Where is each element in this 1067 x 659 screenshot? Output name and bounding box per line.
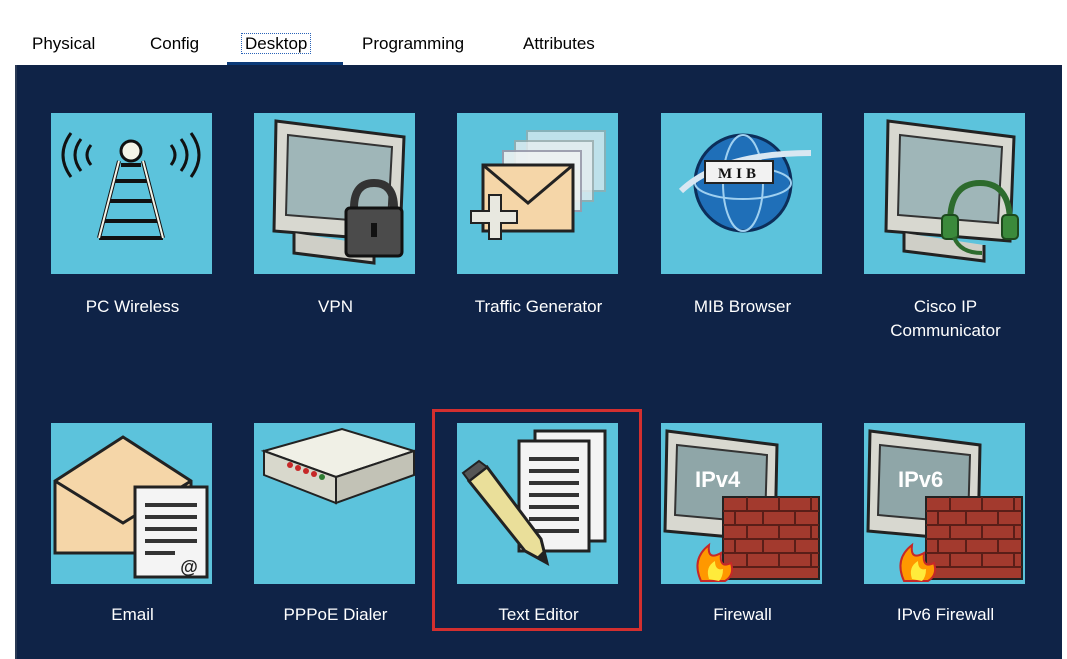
ipv4-badge: IPv4: [695, 467, 741, 492]
app-mib-browser[interactable]: MIB MIB Browser: [650, 113, 840, 316]
app-pc-wireless[interactable]: PC Wireless: [40, 113, 230, 316]
app-label: Traffic Generator: [474, 297, 603, 316]
ipv4-firewall-icon: IPv4: [661, 423, 822, 584]
app-label: IPv6 Firewall: [896, 605, 995, 624]
radio-tower-icon: [51, 113, 212, 274]
ipv6-firewall-icon: IPv6: [864, 423, 1025, 584]
mib-globe-icon: MIB: [661, 113, 822, 274]
app-firewall[interactable]: IPv4 Firewall: [650, 423, 840, 633]
app-traffic-generator[interactable]: Traffic Generator: [446, 113, 636, 316]
tab-desktop[interactable]: Desktop: [241, 33, 312, 55]
tab-attributes[interactable]: Attributes: [523, 33, 595, 55]
app-label: Firewall: [713, 605, 772, 624]
app-label-line2: Communicator: [890, 321, 1001, 340]
app-label: MIB Browser: [693, 297, 792, 316]
mib-text: MIB: [718, 166, 760, 182]
app-vpn[interactable]: VPN: [243, 113, 433, 316]
app-label-line1: Cisco IP: [913, 297, 978, 316]
app-cisco-ip-communicator[interactable]: Cisco IP Communicator: [853, 113, 1043, 343]
app-text-editor[interactable]: Text Editor: [446, 423, 636, 633]
app-label: Cisco IP Communicator: [853, 295, 1038, 343]
app-label: VPN: [318, 297, 353, 316]
app-pppoe-dialer[interactable]: PPPoE Dialer: [243, 423, 433, 633]
tab-physical[interactable]: Physical: [32, 33, 95, 55]
pencil-document-icon: [457, 423, 618, 584]
envelopes-stack-icon: [457, 113, 618, 274]
tab-programming[interactable]: Programming: [362, 33, 464, 55]
app-ipv6-firewall[interactable]: IPv6 IPv6 Firewall: [853, 423, 1043, 633]
app-email[interactable]: @ Email: [40, 423, 230, 633]
modem-icon: [254, 423, 415, 584]
app-label: PPPoE Dialer: [283, 605, 388, 624]
monitor-lock-icon: [254, 113, 415, 274]
at-symbol: @: [180, 557, 198, 577]
monitor-headset-icon: [864, 113, 1025, 274]
tab-config[interactable]: Config: [150, 33, 199, 55]
app-label: Text Editor: [498, 605, 579, 624]
envelope-document-icon: @: [51, 423, 212, 584]
app-label: PC Wireless: [85, 297, 180, 316]
app-label: Email: [111, 605, 154, 624]
tab-strip: Physical Config Desktop Programming Attr…: [15, 22, 632, 65]
ipv6-badge: IPv6: [898, 467, 943, 492]
